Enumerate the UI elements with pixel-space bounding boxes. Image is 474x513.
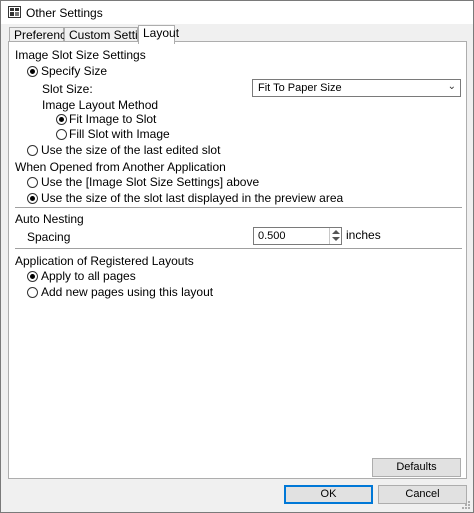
use-above-radio[interactable] [27,177,38,188]
use-preview-radio[interactable] [27,193,38,204]
fit-image-label[interactable]: Fit Image to Slot [69,112,156,126]
apply-all-radio[interactable] [27,271,38,282]
fit-image-radio[interactable] [56,114,67,125]
spin-up-icon[interactable] [332,230,340,234]
defaults-button[interactable]: Defaults [372,458,461,477]
divider [15,248,462,249]
spin-down-icon[interactable] [332,237,340,241]
specify-size-label[interactable]: Specify Size [41,64,107,78]
window-title: Other Settings [26,6,103,20]
spacing-label: Spacing [27,230,71,244]
spacing-spinbox[interactable]: 0.500 [253,227,342,245]
spacing-unit: inches [346,228,381,242]
spin-arrows[interactable] [329,228,341,244]
cancel-button[interactable]: Cancel [378,485,467,504]
add-new-label[interactable]: Add new pages using this layout [41,285,213,299]
settings-window: Other Settings Preferences Custom Settin… [0,0,474,513]
use-preview-label[interactable]: Use the size of the slot last displayed … [41,191,343,205]
ok-button[interactable]: OK [284,485,373,504]
resize-grip-icon[interactable] [461,500,471,510]
divider [15,207,462,208]
chevron-down-icon: ⌄ [447,81,456,92]
slot-size-label: Slot Size: [42,82,93,96]
auto-nesting-heading: Auto Nesting [15,212,84,226]
when-opened-heading: When Opened from Another Application [15,160,226,174]
image-slot-heading: Image Slot Size Settings [15,48,146,62]
slot-size-dropdown[interactable]: Fit To Paper Size ⌄ [252,79,461,97]
fill-slot-label[interactable]: Fill Slot with Image [69,127,170,141]
apply-all-label[interactable]: Apply to all pages [41,269,136,283]
tab-layout[interactable]: Layout [138,25,179,44]
last-edited-label[interactable]: Use the size of the last edited slot [41,143,220,157]
specify-size-radio[interactable] [27,66,38,77]
use-above-label[interactable]: Use the [Image Slot Size Settings] above [41,175,259,189]
add-new-radio[interactable] [27,287,38,298]
layout-panel: Image Slot Size Settings Specify Size Sl… [8,41,467,479]
title-bar: Other Settings [1,1,473,24]
registered-layouts-heading: Application of Registered Layouts [15,254,194,268]
fill-slot-radio[interactable] [56,129,67,140]
slot-size-value: Fit To Paper Size [258,82,342,94]
last-edited-radio[interactable] [27,145,38,156]
app-icon [8,6,21,18]
spacing-value: 0.500 [258,230,286,242]
layout-method-label: Image Layout Method [42,98,159,112]
